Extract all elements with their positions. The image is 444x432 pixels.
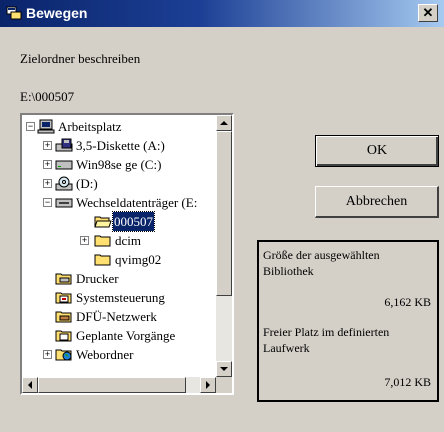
- arrow-down-icon: [220, 367, 228, 371]
- removable-drive-icon: [55, 198, 73, 208]
- scrollbar-corner: [216, 377, 232, 393]
- current-path: E:\000507: [20, 89, 75, 104]
- horizontal-scrollbar[interactable]: [22, 377, 216, 393]
- arrow-left-icon: [28, 381, 32, 389]
- tree-item-label: Arbeitsplatz: [58, 119, 122, 134]
- scroll-thumb[interactable]: [216, 131, 232, 296]
- tree-item-webordner[interactable]: + Webordner: [22, 345, 216, 364]
- folder-icon: [94, 254, 111, 266]
- tree-item-label: dcim: [115, 233, 141, 248]
- collapse-icon[interactable]: −: [26, 122, 35, 131]
- tree-item-label: Geplante Vorgänge: [76, 328, 176, 343]
- tree-item-label: 3,5-Diskette (A:): [76, 138, 165, 153]
- tree-item-arbeitsplatz[interactable]: − Arbeitsplatz: [22, 117, 216, 136]
- tree-item-label: qvimg02: [115, 252, 162, 267]
- control-panel-icon: [55, 292, 72, 304]
- scroll-down-button[interactable]: [216, 361, 232, 377]
- tree-item-qvimg02[interactable]: qvimg02: [22, 250, 216, 269]
- web-folder-icon: [55, 349, 72, 361]
- cancel-button[interactable]: Abbrechen: [315, 186, 439, 218]
- ok-button[interactable]: OK: [315, 135, 439, 167]
- printer-folder-icon: [55, 273, 72, 285]
- tree-item-drucker[interactable]: Drucker: [22, 269, 216, 288]
- selected-size-value: 6,162 KB: [384, 295, 431, 309]
- scroll-up-button[interactable]: [216, 115, 232, 131]
- expand-icon[interactable]: +: [43, 160, 52, 169]
- tree-item-label: Systemsteuerung: [76, 290, 165, 305]
- close-button[interactable]: ✕: [418, 4, 438, 22]
- expand-icon[interactable]: +: [43, 179, 52, 188]
- free-space-label: Freier Platz im definierten Laufwerk: [263, 325, 390, 355]
- tree-item-geplante-vorgaenge[interactable]: Geplante Vorgänge: [22, 326, 216, 345]
- folder-tree[interactable]: − Arbeitsplatz + 3,5-Diskette (A:) + Win…: [20, 113, 234, 395]
- tree-item-floppy[interactable]: + 3,5-Diskette (A:): [22, 136, 216, 155]
- scroll-right-button[interactable]: [200, 377, 216, 393]
- scroll-left-button[interactable]: [22, 377, 38, 393]
- tree-item-label: DFÜ-Netzwerk: [76, 309, 157, 324]
- computer-icon: [37, 119, 55, 134]
- expand-icon[interactable]: +: [43, 350, 52, 359]
- tree-item-dfue-netzwerk[interactable]: DFÜ-Netzwerk: [22, 307, 216, 326]
- window-icon: [6, 6, 22, 20]
- tree-item-000507[interactable]: 000507: [22, 211, 216, 232]
- tree-item-label: Win98se ge (C:): [76, 157, 162, 172]
- tree-item-dcim[interactable]: + dcim: [22, 231, 216, 250]
- scroll-thumb[interactable]: [38, 377, 186, 393]
- prompt-label: Zielordner beschreiben: [20, 51, 141, 66]
- tree-item-systemsteuerung[interactable]: Systemsteuerung: [22, 288, 216, 307]
- tree-item-label: Wechseldatenträger (E:: [76, 195, 198, 210]
- expand-icon[interactable]: +: [43, 141, 52, 150]
- free-space-value: 7,012 KB: [384, 375, 431, 389]
- window-title: Bewegen: [26, 5, 88, 21]
- hard-drive-icon: [55, 160, 73, 170]
- folder-icon: [94, 235, 111, 247]
- tree-item-label: 000507: [112, 211, 155, 232]
- tree-item-drive-c[interactable]: + Win98se ge (C:): [22, 155, 216, 174]
- dialup-network-icon: [55, 311, 72, 323]
- move-dialog: Bewegen ✕ Zielordner beschreiben E:\0005…: [0, 0, 444, 432]
- info-panel: Größe der ausgewählten Bibliothek 6,162 …: [257, 240, 439, 402]
- selected-size-label: Größe der ausgewählten Bibliothek: [263, 248, 380, 278]
- vertical-scrollbar[interactable]: [216, 115, 232, 377]
- arrow-right-icon: [206, 381, 210, 389]
- floppy-drive-icon: [55, 138, 73, 152]
- tree-item-drive-d[interactable]: + (D:): [22, 174, 216, 193]
- tree-viewport: − Arbeitsplatz + 3,5-Diskette (A:) + Win…: [22, 115, 216, 377]
- cd-drive-icon: [55, 176, 73, 191]
- open-folder-icon: [94, 216, 112, 228]
- tree-item-label: (D:): [76, 176, 98, 191]
- tree-item-drive-e[interactable]: − Wechseldatenträger (E:: [22, 193, 216, 212]
- arrow-up-icon: [220, 121, 228, 125]
- tree-item-label: Webordner: [76, 347, 134, 362]
- collapse-icon[interactable]: −: [43, 198, 52, 207]
- expand-icon[interactable]: +: [80, 236, 89, 245]
- tree-item-label: Drucker: [76, 271, 119, 286]
- scheduled-tasks-icon: [55, 330, 72, 342]
- title-bar[interactable]: Bewegen ✕: [0, 0, 444, 27]
